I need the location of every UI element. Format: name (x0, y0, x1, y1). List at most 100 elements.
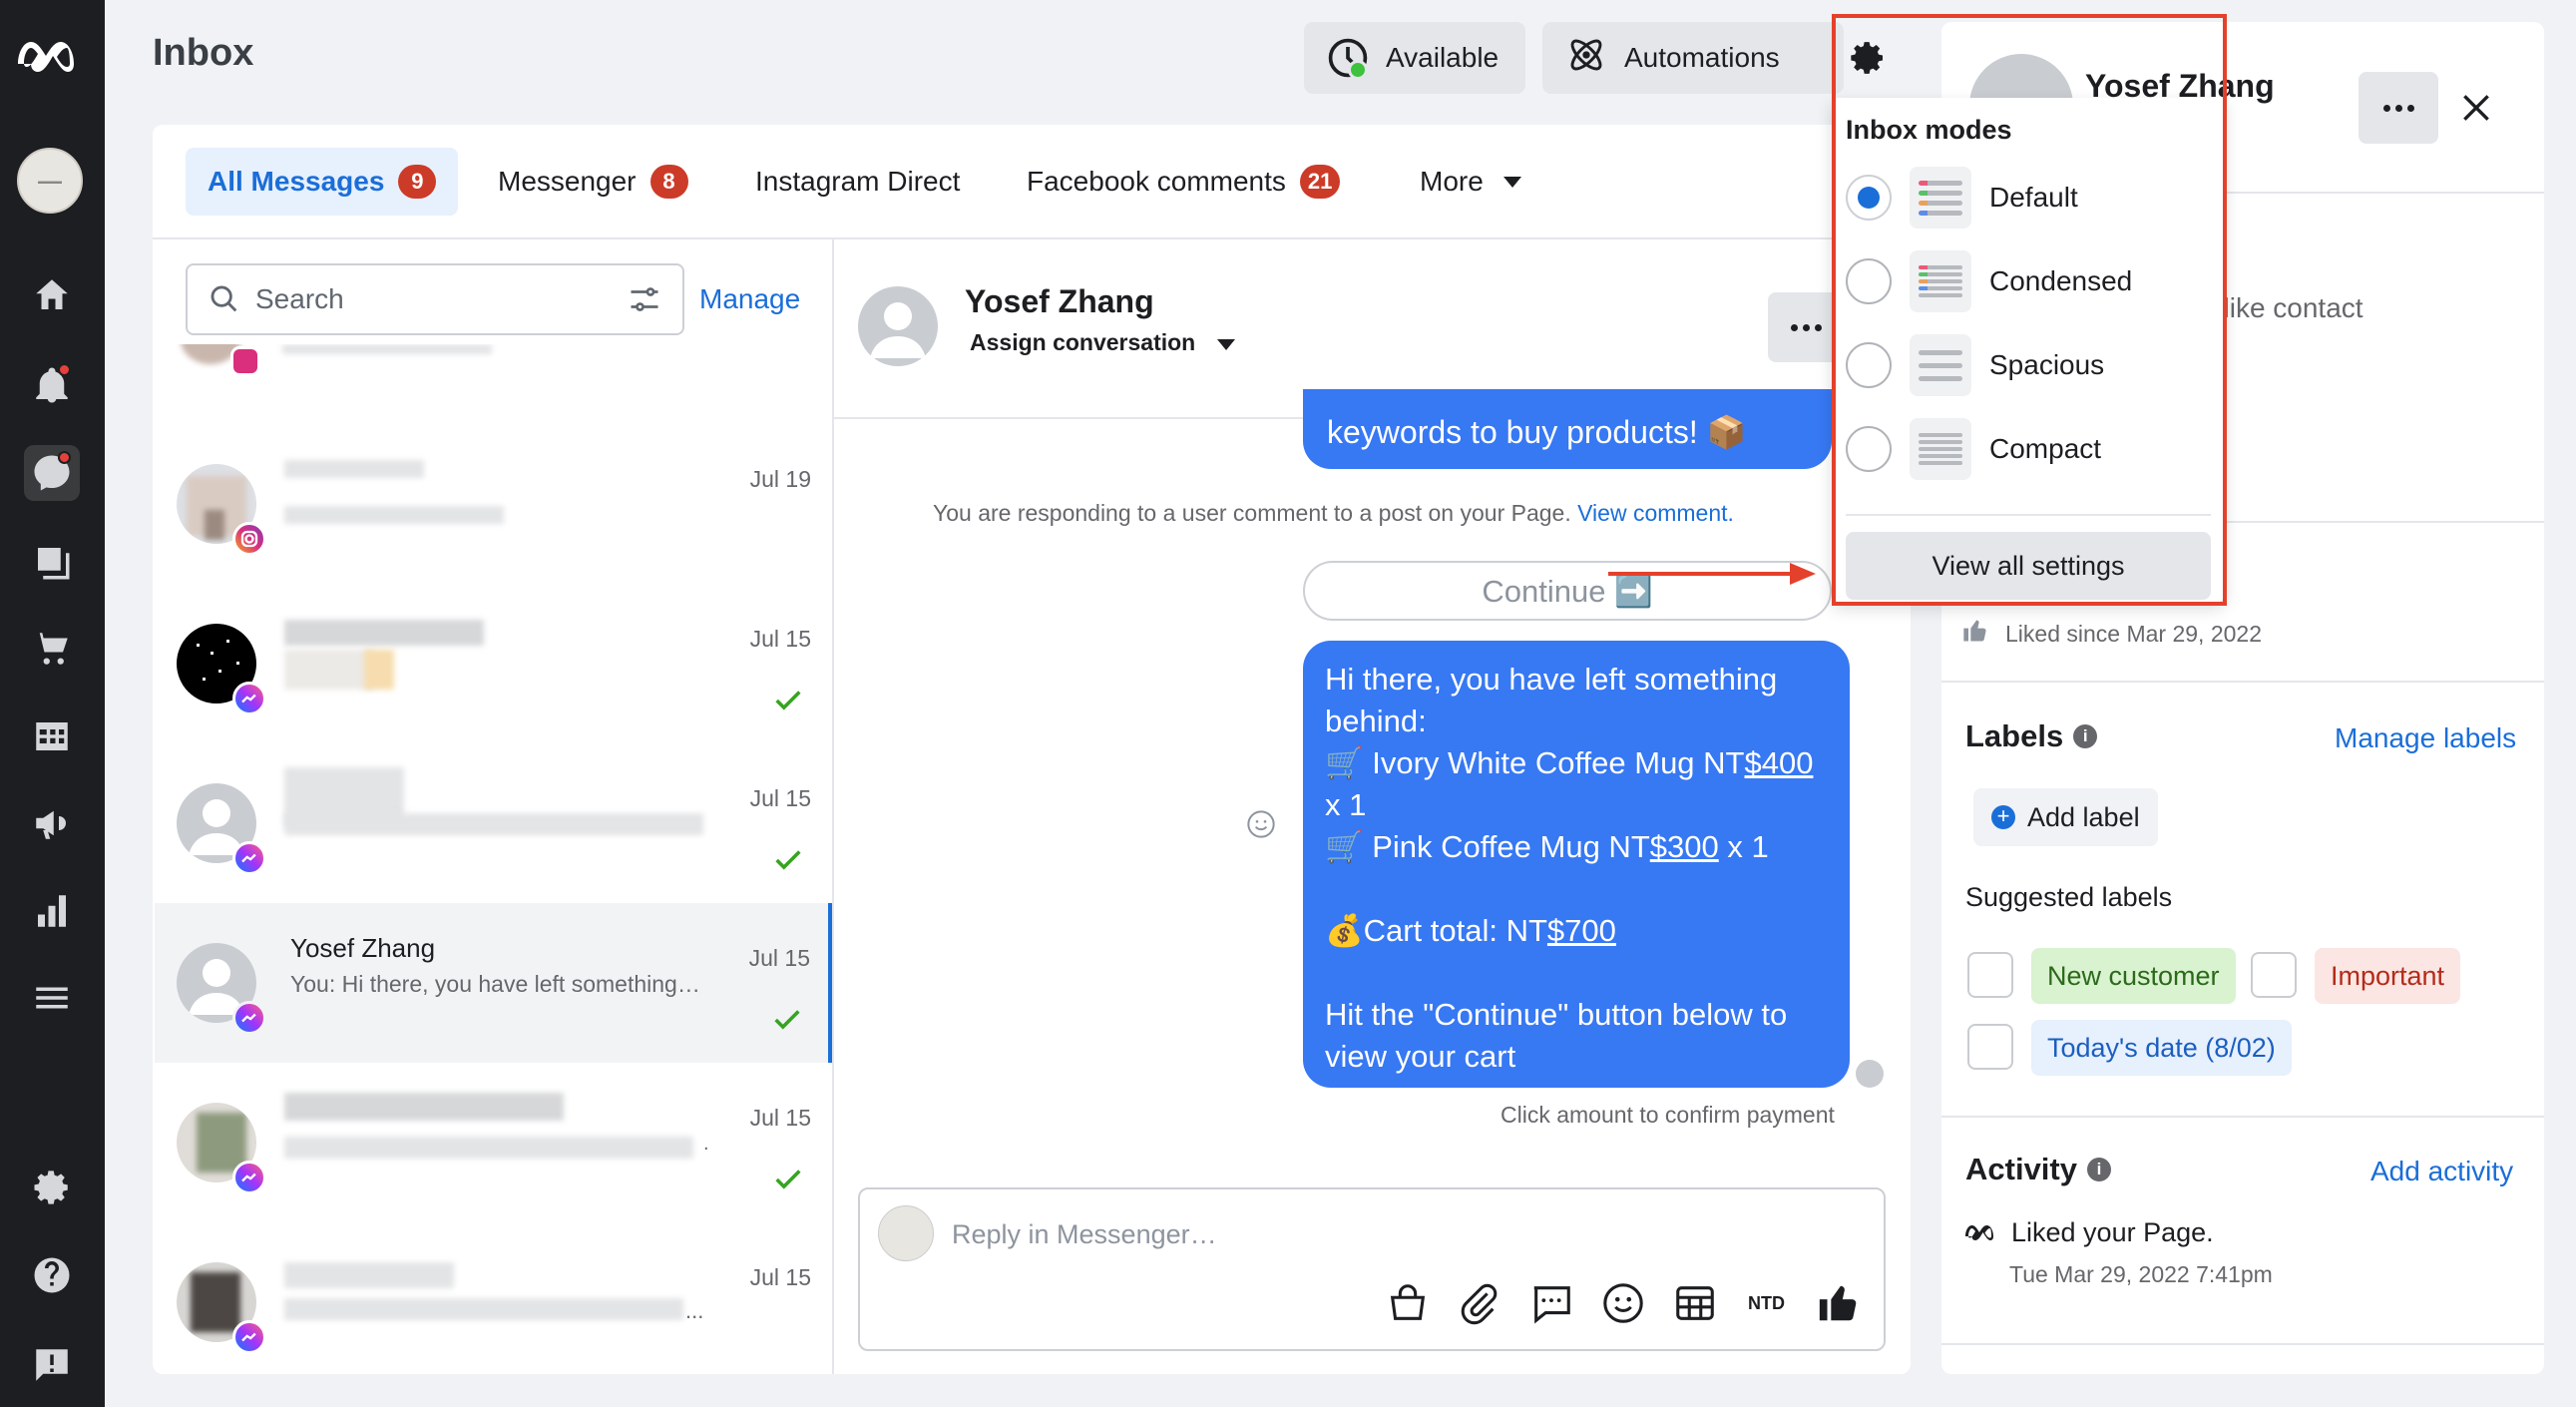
message-line: view your cart (1325, 1039, 1516, 1074)
messenger-icon (232, 1320, 266, 1354)
cart-item-text: 🛒 Ivory White Coffee Mug NT (1325, 745, 1745, 780)
tab-label: Messenger (498, 166, 637, 197)
tab-label: Facebook comments (1027, 166, 1286, 197)
manage-labels-link[interactable]: Manage labels (2335, 722, 2516, 754)
planner-table-icon[interactable] (24, 708, 80, 764)
conversation-date: Jul 15 (749, 1105, 811, 1131)
search-icon (211, 285, 237, 312)
label-checkbox[interactable] (2251, 952, 2297, 998)
cart-total: 💰Cart total: NT$700 (1325, 910, 1828, 952)
close-icon[interactable] (2456, 88, 2496, 128)
report-feedback-icon[interactable] (24, 1337, 80, 1393)
profile-more-button[interactable] (2359, 72, 2438, 144)
add-activity-link[interactable]: Add activity (2370, 1156, 2513, 1187)
activity-item: Liked your Page. (2011, 1217, 2214, 1247)
page-avatar[interactable]: ▬▬▬ (17, 148, 83, 214)
label-important[interactable]: Important (2315, 948, 2461, 1004)
tab-facebook-comments[interactable]: Facebook comments 21 (1005, 148, 1362, 216)
insights-chart-icon[interactable] (24, 883, 80, 939)
ads-megaphone-icon[interactable] (24, 795, 80, 851)
list-item-selected[interactable]: Yosef Zhang You: Hi there, you have left… (155, 903, 832, 1063)
price-link[interactable]: $400 (1744, 745, 1813, 780)
activity-time: Tue Mar 29, 2022 7:41pm (2009, 1261, 2273, 1287)
tab-messenger[interactable]: Messenger 8 (476, 148, 710, 216)
appointment-table-icon[interactable] (1672, 1280, 1718, 1326)
assign-conversation-dropdown[interactable]: Assign conversation (970, 329, 1236, 356)
label-checkbox[interactable] (1967, 1024, 2013, 1070)
plus-circle-icon: + (1991, 805, 2015, 829)
tab-instagram-direct[interactable]: Instagram Direct (733, 148, 982, 216)
conversation-date: Jul 19 (749, 466, 811, 492)
label-new-customer[interactable]: New customer (2031, 948, 2236, 1004)
label-todays-date[interactable]: Today's date (8/02) (2031, 1020, 2292, 1076)
like-icon (1961, 617, 1989, 645)
notifications-bell-icon[interactable] (24, 357, 80, 413)
price-link[interactable]: $300 (1650, 829, 1719, 864)
instagram-icon (232, 522, 266, 556)
search-input[interactable]: Search (186, 263, 684, 335)
page-avatar-small (878, 1205, 934, 1261)
check-icon (775, 1170, 801, 1189)
cart-item-2: 🛒 Pink Coffee Mug NT$300 x 1 (1325, 826, 1828, 868)
currency-button[interactable]: NTD (1748, 1293, 1785, 1314)
total-price-link[interactable]: $700 (1547, 913, 1616, 948)
availability-button[interactable]: Available (1304, 22, 1525, 94)
chat-avatar[interactable] (858, 286, 938, 366)
caret-down-icon (1217, 339, 1236, 350)
check-icon (775, 691, 801, 710)
info-icon[interactable]: i (2086, 1158, 2111, 1181)
manage-link[interactable]: Manage (699, 283, 800, 315)
inbox-chat-icon[interactable] (24, 445, 80, 501)
tab-count-badge: 21 (1299, 165, 1341, 199)
view-comment-link[interactable]: View comment. (1577, 500, 1734, 526)
shop-bag-icon[interactable] (1385, 1280, 1431, 1326)
info-icon[interactable]: i (2073, 724, 2098, 748)
saved-replies-icon[interactable] (1528, 1280, 1574, 1326)
list-item[interactable]: . Jul 15 (155, 1063, 833, 1222)
cart-message-bubble: Hi there, you have left something behind… (1303, 641, 1850, 1088)
filter-sliders-icon[interactable] (627, 281, 662, 317)
search-placeholder: Search (255, 283, 344, 314)
messenger-icon (232, 1001, 266, 1035)
thumbs-up-icon[interactable] (1816, 1280, 1862, 1326)
home-icon[interactable] (24, 267, 80, 323)
meta-logo-icon[interactable] (14, 36, 90, 76)
activity-title-text: Activity (1965, 1152, 2077, 1186)
page-title: Inbox (153, 32, 254, 74)
automations-label: Automations (1624, 42, 1780, 73)
message-line: behind: (1325, 704, 1427, 738)
conversation-preview: You: Hi there, you have left something… (290, 971, 700, 997)
emoji-icon[interactable] (1600, 1280, 1646, 1326)
caret-down-icon (1503, 176, 1521, 188)
tab-all-messages[interactable]: All Messages 9 (186, 148, 459, 216)
help-icon[interactable] (24, 1247, 80, 1303)
all-tools-menu-icon[interactable] (24, 970, 80, 1026)
add-label-text: Add label (2027, 801, 2140, 832)
reply-input[interactable]: Reply in Messenger… (952, 1219, 1217, 1250)
label-checkbox[interactable] (1967, 952, 2013, 998)
shop-cart-icon[interactable] (24, 621, 80, 677)
tabs-divider (153, 237, 1911, 239)
conversation-date: Jul 15 (749, 1264, 811, 1290)
cart-item-qty: x 1 (1718, 829, 1769, 864)
tab-more[interactable]: More (1398, 148, 1543, 216)
list-item[interactable]: Jul 15 (155, 584, 833, 743)
payment-footnote: Click amount to confirm payment (1501, 1102, 1835, 1128)
seen-avatar (1856, 1060, 1884, 1088)
check-icon (775, 850, 801, 870)
left-navigation: ▬▬▬ (0, 0, 105, 1407)
attach-paperclip-icon[interactable] (1457, 1280, 1503, 1326)
react-emoji-icon[interactable] (1245, 808, 1277, 840)
reply-box[interactable] (858, 1187, 1886, 1351)
conversation-preview: . (703, 1133, 709, 1155)
list-item[interactable]: ... Jul 15 (155, 1222, 833, 1372)
list-item[interactable]: Jul 15 (155, 743, 833, 903)
automations-button[interactable]: Automations (1542, 22, 1844, 94)
list-item[interactable]: Jul 19 (155, 424, 833, 584)
selected-indicator (828, 903, 832, 1063)
posts-icon[interactable] (24, 534, 80, 590)
chat-contact-name[interactable]: Yosef Zhang (965, 283, 1154, 320)
add-label-button[interactable]: + Add label (1973, 788, 2158, 846)
list-item[interactable] (153, 344, 832, 384)
settings-gear-icon[interactable] (24, 1160, 80, 1215)
